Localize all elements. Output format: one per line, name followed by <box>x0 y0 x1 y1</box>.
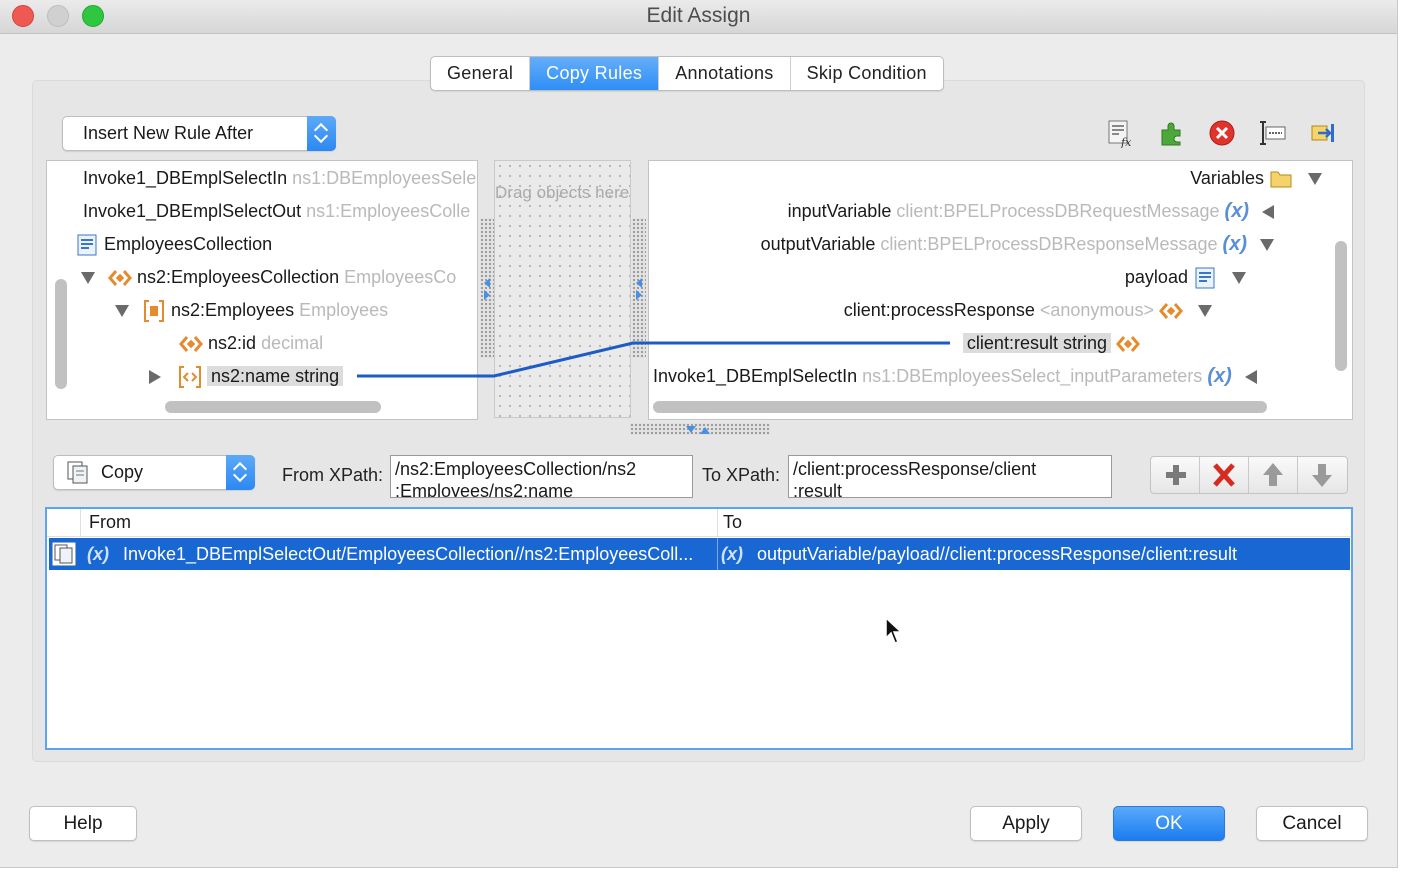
svg-text:fx: fx <box>1120 136 1132 148</box>
move-rule-up-button[interactable] <box>1249 457 1298 493</box>
tab-copy-rules[interactable]: Copy Rules <box>530 57 660 90</box>
element-icon <box>1116 336 1140 353</box>
literal-text-icon[interactable] <box>1258 118 1288 148</box>
collapse-arrow-icon[interactable] <box>1244 370 1257 385</box>
rule-type-select[interactable]: Copy <box>53 455 255 490</box>
rule-actions-group <box>1150 456 1348 494</box>
target-vertical-scrollbar[interactable] <box>1335 241 1347 371</box>
help-button[interactable]: Help <box>29 806 137 841</box>
mouse-cursor-icon <box>885 616 903 644</box>
delete-red-icon[interactable] <box>1207 118 1237 148</box>
expand-arrow-icon[interactable] <box>1260 239 1274 252</box>
delete-rule-button[interactable] <box>1200 457 1249 493</box>
splitter-arrows-icon[interactable] <box>684 424 712 436</box>
variable-icon: (x) <box>1222 233 1247 255</box>
variable-icon: (x) <box>1207 365 1232 387</box>
tab-skip-condition[interactable]: Skip Condition <box>791 57 943 90</box>
document-icon <box>1195 267 1215 289</box>
expression-icon: (x) <box>721 544 743 564</box>
plus-icon <box>1166 465 1186 485</box>
ok-button[interactable]: OK <box>1113 806 1225 841</box>
apply-button[interactable]: Apply <box>970 806 1082 841</box>
tab-bar: General Copy Rules Annotations Skip Cond… <box>430 56 944 91</box>
puzzle-icon[interactable] <box>1157 118 1187 148</box>
to-xpath-field[interactable]: /client:processResponse/client :result <box>788 455 1112 498</box>
tree-row-variables[interactable]: Variables <box>1190 164 1322 192</box>
collapse-arrow-icon[interactable] <box>1262 205 1274 220</box>
cancel-button[interactable]: Cancel <box>1256 806 1368 841</box>
copy-rules-table: From To (x) Invoke1_DBEmplSelectOut/Empl… <box>45 507 1353 750</box>
expression-icon: (x) <box>87 544 109 564</box>
add-rule-button[interactable] <box>1151 457 1200 493</box>
table-header: From To <box>47 509 1351 537</box>
tree-row-payload[interactable]: payload <box>1125 263 1246 291</box>
red-x-icon <box>1213 463 1235 487</box>
element-icon <box>1159 303 1183 320</box>
copy-icon <box>67 461 88 484</box>
copy-icon <box>52 542 76 566</box>
arrow-down-icon <box>1312 464 1332 487</box>
xpath-expression-icon[interactable]: fx <box>1105 118 1135 148</box>
chevron-updown-icon <box>226 455 255 490</box>
switch-icon[interactable] <box>1308 118 1338 148</box>
arrow-up-icon <box>1263 463 1283 486</box>
tab-annotations[interactable]: Annotations <box>659 57 791 90</box>
expand-arrow-icon[interactable] <box>1232 272 1246 285</box>
from-xpath-field[interactable]: /ns2:EmployeesCollection/ns2 :Employees/… <box>390 455 693 498</box>
edit-assign-dialog: Edit Assign General Copy Rules Annotatio… <box>0 0 1398 868</box>
expand-arrow-icon[interactable] <box>1308 173 1322 186</box>
move-rule-down-button[interactable] <box>1298 457 1347 493</box>
folder-icon <box>1270 171 1292 188</box>
from-xpath-label: From XPath: <box>282 465 384 485</box>
column-header-from[interactable]: From <box>89 512 131 533</box>
to-xpath-label: To XPath: <box>702 465 781 485</box>
table-row[interactable]: (x) Invoke1_DBEmplSelectOut/EmployeesCol… <box>49 538 1350 570</box>
column-header-to[interactable]: To <box>723 512 742 533</box>
rule-to-cell: outputVariable/payload//client:processRe… <box>757 544 1237 564</box>
expand-arrow-icon[interactable] <box>1198 305 1212 318</box>
tab-general[interactable]: General <box>431 57 531 90</box>
variable-icon: (x) <box>1224 200 1249 222</box>
rule-from-cell: Invoke1_DBEmplSelectOut/EmployeesCollect… <box>123 544 694 564</box>
